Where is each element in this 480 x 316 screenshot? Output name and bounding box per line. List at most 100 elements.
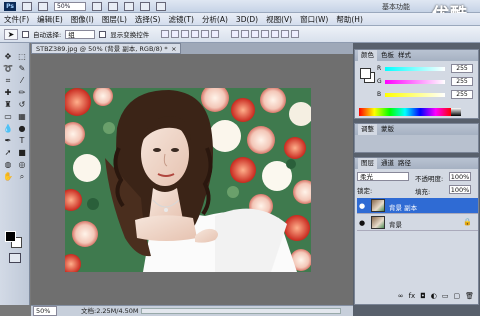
layer-row-background-copy[interactable]: ● 背景 副本 [357, 198, 478, 214]
blend-mode-select[interactable]: 柔光 [357, 172, 409, 181]
document-tab[interactable]: STBZ389.jpg @ 50% (背景 副本, RGB/8) * × [31, 43, 181, 54]
distribute-right-icon[interactable] [281, 30, 290, 38]
color-panel-foreground-swatch[interactable] [360, 68, 371, 79]
red-slider-track[interactable] [385, 67, 445, 71]
menu-layer[interactable]: 图层(L) [102, 14, 127, 25]
crop-tool-icon[interactable]: ⌗ [2, 75, 14, 86]
shape-tool-icon[interactable]: ■ [16, 147, 28, 158]
link-layers-icon[interactable]: ∞ [398, 292, 404, 302]
layer-row-background[interactable]: ● 背景 🔒 [357, 215, 478, 231]
menu-view[interactable]: 视图(V) [266, 14, 292, 25]
clone-stamp-icon[interactable]: ♜ [2, 99, 14, 110]
tab-layers[interactable]: 图层 [358, 158, 377, 169]
distribute-top-icon[interactable] [231, 30, 240, 38]
layer-style-icon[interactable]: fx [409, 292, 416, 302]
distribute-hcenter-icon[interactable] [271, 30, 280, 38]
quick-mask-icon[interactable] [9, 253, 21, 263]
new-layer-icon[interactable]: ▢ [453, 292, 460, 302]
blue-slider-track[interactable] [385, 93, 445, 97]
tab-adjustments[interactable]: 调整 [358, 124, 377, 135]
visibility-eye-icon[interactable]: ● [359, 202, 367, 210]
pen-tool-icon[interactable]: ✒ [2, 135, 14, 146]
blue-value[interactable]: 255 [451, 90, 473, 99]
document-image[interactable] [65, 88, 311, 272]
hand-tool-icon[interactable]: ✋ [2, 171, 14, 182]
layer-name[interactable]: 背景 [389, 219, 402, 229]
green-slider[interactable]: G 255 [377, 77, 477, 87]
hand-tool-icon[interactable] [92, 2, 102, 11]
zoom-tool-icon[interactable]: ⌕ [16, 171, 28, 182]
document-size-info[interactable]: 文档:2.25M/4.50M [81, 306, 139, 316]
align-bottom-icon[interactable] [181, 30, 190, 38]
zoom-level-select[interactable]: 50% [54, 2, 86, 11]
menu-file[interactable]: 文件(F) [4, 14, 29, 25]
grayscale-ramp[interactable] [451, 108, 461, 116]
marquee-tool-icon[interactable]: ⬚ [16, 51, 28, 62]
arrange-documents-icon[interactable] [140, 2, 150, 11]
green-slider-track[interactable] [385, 80, 445, 84]
brush-tool-icon[interactable]: ✏ [16, 87, 28, 98]
add-mask-icon[interactable]: ◘ [420, 292, 426, 302]
menu-edit[interactable]: 编辑(E) [37, 14, 63, 25]
close-icon[interactable]: × [171, 44, 176, 54]
move-tool-preset-icon[interactable]: ➤ [4, 28, 18, 40]
menu-select[interactable]: 选择(S) [135, 14, 161, 25]
move-tool-icon[interactable]: ✥ [2, 51, 14, 62]
fill-field[interactable]: 100% [449, 185, 471, 194]
red-value[interactable]: 255 [451, 64, 473, 73]
bridge-icon[interactable] [22, 2, 32, 11]
mini-bridge-icon[interactable] [38, 2, 48, 11]
healing-brush-icon[interactable]: ✚ [2, 87, 14, 98]
layer-name[interactable]: 背景 副本 [389, 202, 417, 212]
red-slider[interactable]: R 255 [377, 64, 477, 74]
path-select-icon[interactable]: ➚ [2, 147, 14, 158]
horizontal-scrollbar[interactable] [141, 308, 341, 314]
auto-select-target-select[interactable]: 组 [65, 29, 96, 39]
eyedropper-tool-icon[interactable]: ⁄ [16, 75, 28, 86]
tab-paths[interactable]: 路径 [398, 158, 411, 169]
color-spectrum[interactable] [359, 108, 451, 116]
distribute-vcenter-icon[interactable] [241, 30, 250, 38]
adjustment-layer-icon[interactable]: ◐ [431, 292, 437, 302]
menu-help[interactable]: 帮助(H) [336, 14, 363, 25]
distribute-bottom-icon[interactable] [251, 30, 260, 38]
opacity-field[interactable]: 100% [449, 172, 471, 181]
dodge-tool-icon[interactable]: ● [16, 123, 28, 134]
3d-orbit-icon[interactable]: ◎ [16, 159, 28, 170]
align-hcenter-icon[interactable] [201, 30, 210, 38]
menu-3d[interactable]: 3D(D) [236, 15, 258, 24]
auto-select-checkbox[interactable] [22, 30, 29, 38]
zoom-tool-icon[interactable] [108, 2, 118, 11]
delete-layer-icon[interactable]: 🗑 [465, 292, 474, 302]
align-top-icon[interactable] [161, 30, 170, 38]
blue-slider[interactable]: B 255 [377, 90, 477, 100]
tab-styles[interactable]: 样式 [398, 50, 411, 61]
align-right-icon[interactable] [211, 30, 220, 38]
new-group-icon[interactable]: ▭ [442, 292, 449, 302]
tab-channels[interactable]: 通道 [381, 158, 394, 169]
type-tool-icon[interactable]: T [16, 135, 28, 146]
menu-filter[interactable]: 滤镜(T) [169, 14, 194, 25]
visibility-eye-icon[interactable]: ● [359, 219, 367, 227]
tab-masks[interactable]: 蒙版 [381, 124, 394, 135]
status-zoom-field[interactable]: 50% [33, 306, 57, 316]
workspace-switcher[interactable]: 基本功能 [382, 2, 410, 12]
blur-tool-icon[interactable]: 💧 [2, 123, 14, 134]
quick-select-tool-icon[interactable]: ✎ [16, 63, 28, 74]
menu-window[interactable]: 窗口(W) [300, 14, 328, 25]
distribute-left-icon[interactable] [261, 30, 270, 38]
3d-rotate-icon[interactable]: ◍ [2, 159, 14, 170]
canvas-area[interactable] [31, 54, 353, 306]
menu-image[interactable]: 图像(I) [71, 14, 94, 25]
rotate-view-icon[interactable] [124, 2, 134, 11]
align-left-icon[interactable] [191, 30, 200, 38]
eraser-tool-icon[interactable]: ▭ [2, 111, 14, 122]
tab-swatches[interactable]: 色板 [381, 50, 394, 61]
gradient-tool-icon[interactable]: ▦ [16, 111, 28, 122]
lasso-tool-icon[interactable]: ➰ [2, 63, 14, 74]
menu-analysis[interactable]: 分析(A) [202, 14, 228, 25]
screen-mode-icon[interactable] [156, 2, 166, 11]
tab-color[interactable]: 颜色 [358, 50, 377, 61]
auto-align-icon[interactable] [291, 30, 300, 38]
align-vcenter-icon[interactable] [171, 30, 180, 38]
